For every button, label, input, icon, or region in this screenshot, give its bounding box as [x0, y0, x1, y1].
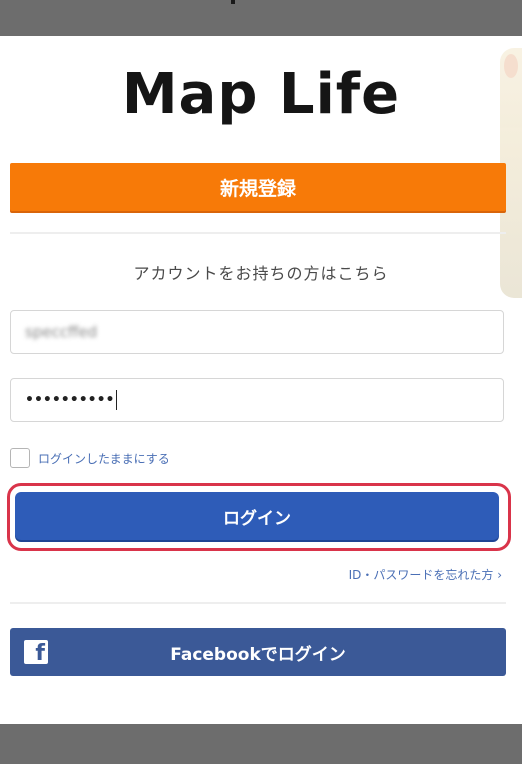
account-prompt: アカウントをお持ちの方はこちら: [133, 264, 389, 283]
facebook-icon: f: [24, 640, 48, 664]
forgot-password-link[interactable]: ID・パスワードを忘れた方 ›: [349, 566, 502, 583]
divider: [10, 602, 506, 604]
facebook-login-button[interactable]: f Facebookでログイン: [10, 628, 506, 676]
remember-me-label[interactable]: ログインしたままにする: [38, 450, 170, 467]
id-input[interactable]: speccffed: [10, 310, 504, 354]
password-input-value: ••••••••••: [25, 392, 115, 408]
id-input-value: speccffed: [25, 323, 98, 341]
text-caret: [116, 390, 118, 410]
bottom-bar: [0, 724, 522, 764]
remember-me-checkbox[interactable]: [10, 448, 30, 468]
register-button[interactable]: 新規登録: [10, 163, 506, 211]
device-frame: Map Life 新規登録 アカウントをお持ちの方はこちら speccffed …: [0, 0, 522, 764]
app-title: Map Life: [121, 62, 401, 127]
facebook-login-label: Facebookでログイン: [170, 644, 346, 665]
login-button[interactable]: ログイン: [15, 492, 499, 540]
remember-me-option[interactable]: ログインしたままにする: [10, 448, 170, 468]
password-input[interactable]: ••••••••••: [10, 378, 504, 422]
divider: [10, 232, 506, 234]
login-screen: Map Life 新規登録 アカウントをお持ちの方はこちら speccffed …: [0, 36, 522, 724]
status-marker: [231, 0, 235, 4]
